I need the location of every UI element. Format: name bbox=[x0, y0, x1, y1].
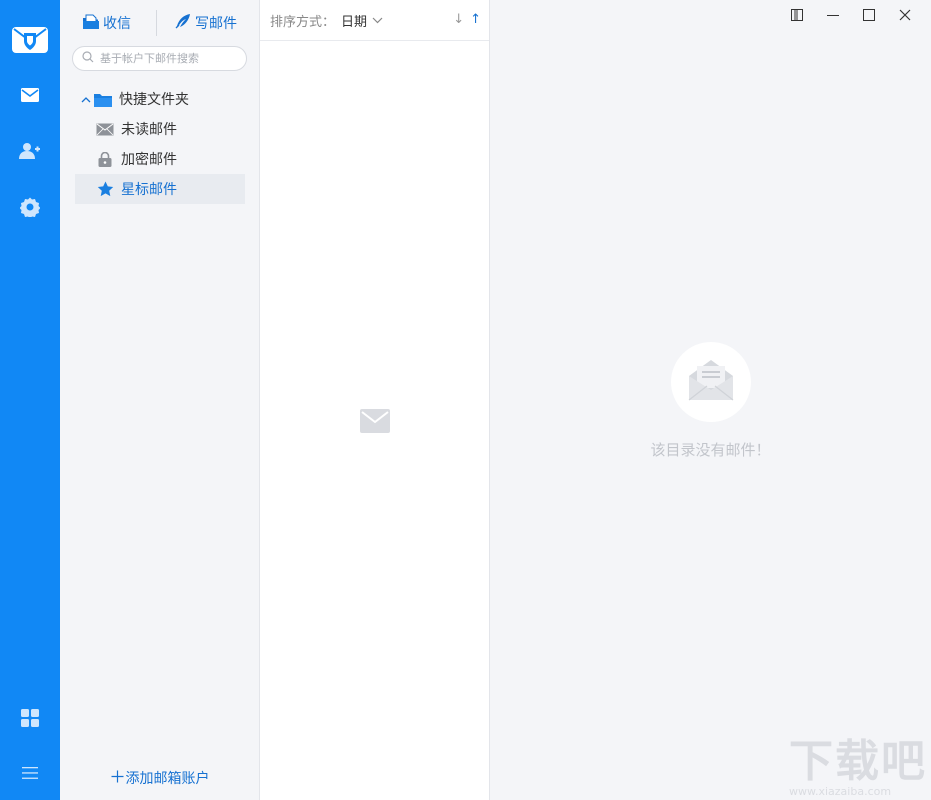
receive-button[interactable]: 收信 bbox=[83, 13, 131, 33]
receive-icon bbox=[83, 14, 99, 33]
watermark: 下载吧 www.xiazaiba.com bbox=[789, 736, 927, 799]
folder-item-label: 未读邮件 bbox=[121, 122, 177, 138]
folder-group-label: 快捷文件夹 bbox=[119, 92, 189, 108]
envelope-icon bbox=[95, 123, 115, 136]
window-controls bbox=[779, 5, 923, 25]
folder-icon bbox=[93, 92, 113, 107]
watermark-logo: 下载吧 bbox=[789, 736, 927, 787]
folder-item-encrypted[interactable]: 加密邮件 bbox=[75, 144, 245, 174]
folder-pane: 收信 写邮件 快捷文件夹 未读邮件 bbox=[60, 0, 260, 800]
sort-bar: 排序方式： 日期 ↓ ↑ bbox=[260, 0, 489, 41]
reading-pane: 该目录没有邮件！ bbox=[490, 0, 931, 800]
open-envelope-icon bbox=[687, 358, 735, 406]
quill-icon bbox=[175, 13, 191, 33]
toolbar-divider bbox=[156, 10, 157, 36]
empty-state-message: 该目录没有邮件！ bbox=[650, 441, 771, 459]
empty-list-envelope-icon bbox=[360, 409, 390, 437]
folder-item-starred[interactable]: 星标邮件 bbox=[75, 174, 245, 204]
receive-label: 收信 bbox=[103, 16, 131, 32]
search-icon bbox=[82, 50, 94, 67]
folder-toolbar: 收信 写邮件 bbox=[60, 10, 260, 36]
lock-icon bbox=[95, 151, 115, 167]
search-box bbox=[72, 46, 247, 71]
star-icon bbox=[95, 181, 115, 197]
close-icon[interactable] bbox=[887, 5, 923, 25]
layout-toggle-icon[interactable] bbox=[779, 5, 815, 25]
compose-button[interactable]: 写邮件 bbox=[175, 13, 237, 33]
plus-icon bbox=[111, 770, 124, 787]
sort-value: 日期 bbox=[341, 14, 368, 30]
sort-label: 排序方式： bbox=[270, 14, 336, 30]
mail-list-pane: 排序方式： 日期 ↓ ↑ bbox=[260, 0, 490, 800]
compose-label: 写邮件 bbox=[195, 16, 237, 32]
folder-item-label: 星标邮件 bbox=[121, 182, 177, 198]
mail-icon[interactable] bbox=[18, 83, 42, 107]
add-account-button[interactable]: 添加邮箱账户 bbox=[60, 768, 260, 788]
search-input[interactable] bbox=[100, 52, 240, 65]
add-account-label: 添加邮箱账户 bbox=[125, 771, 210, 787]
watermark-url: www.xiazaiba.com bbox=[789, 785, 892, 798]
nav-rail bbox=[0, 0, 60, 800]
maximize-icon[interactable] bbox=[851, 5, 887, 25]
contacts-icon[interactable] bbox=[18, 139, 42, 163]
minimize-icon[interactable] bbox=[815, 5, 851, 25]
chevron-down-icon bbox=[372, 13, 383, 28]
app-logo-icon bbox=[11, 24, 49, 56]
folder-item-label: 加密邮件 bbox=[121, 152, 177, 168]
folder-group-quick[interactable]: 快捷文件夹 bbox=[75, 84, 245, 114]
sort-descending-button[interactable]: ↑ bbox=[470, 12, 481, 27]
chevron-up-icon[interactable] bbox=[79, 96, 93, 103]
sort-direction: ↓ ↑ bbox=[453, 12, 481, 27]
empty-state-illustration bbox=[671, 342, 751, 422]
folder-tree: 快捷文件夹 未读邮件 加密邮件 星标邮件 bbox=[75, 84, 245, 204]
folder-item-unread[interactable]: 未读邮件 bbox=[75, 114, 245, 144]
sort-ascending-button[interactable]: ↓ bbox=[453, 12, 464, 27]
settings-icon[interactable] bbox=[18, 195, 42, 219]
menu-icon[interactable] bbox=[18, 761, 42, 785]
apps-grid-icon[interactable] bbox=[18, 706, 42, 730]
sort-dropdown[interactable]: 日期 bbox=[341, 11, 383, 30]
